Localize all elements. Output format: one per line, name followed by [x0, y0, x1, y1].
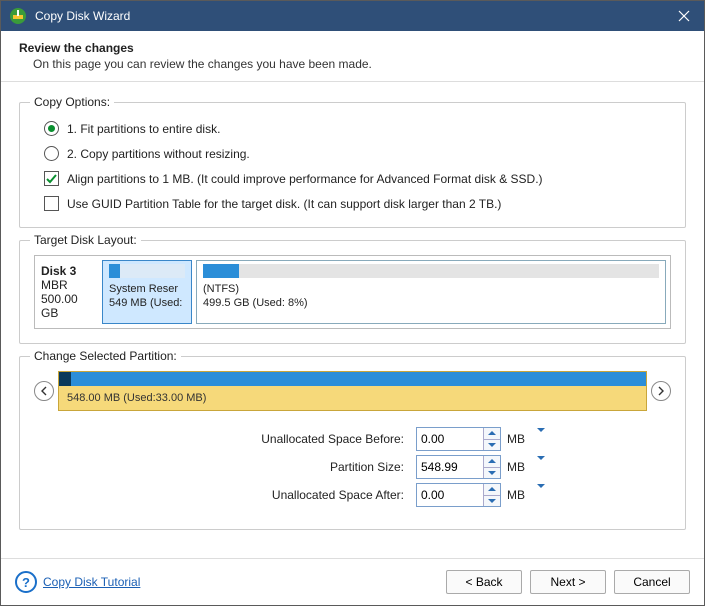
- disk-name: Disk 3: [41, 264, 96, 278]
- chevron-up-icon: [488, 487, 496, 491]
- size-input[interactable]: [417, 428, 483, 450]
- partition-name: (NTFS): [203, 282, 659, 296]
- disk-info: Disk 3 MBR 500.00 GB: [39, 260, 98, 324]
- partition-name: System Reser: [109, 282, 185, 296]
- wizard-header: Review the changes On this page you can …: [1, 31, 704, 82]
- partition-sub: 549 MB (Used:: [109, 296, 185, 310]
- app-icon: [9, 7, 27, 25]
- next-button[interactable]: Next >: [530, 570, 606, 594]
- size-unit: MB: [507, 432, 529, 446]
- slider-left-button[interactable]: [34, 381, 54, 401]
- radio-icon: [44, 146, 59, 161]
- spin-down-button[interactable]: [484, 496, 500, 507]
- spin-down-button[interactable]: [484, 468, 500, 479]
- size-label: Unallocated Space After:: [34, 488, 410, 502]
- option-label: Use GUID Partition Table for the target …: [67, 197, 501, 211]
- option-label: 2. Copy partitions without resizing.: [67, 147, 250, 161]
- slider-right-button[interactable]: [651, 381, 671, 401]
- size-form: Unallocated Space Before:MBPartition Siz…: [34, 427, 671, 507]
- unit-dropdown[interactable]: [535, 488, 547, 502]
- partition-slider: 548.00 MB (Used:33.00 MB): [34, 371, 671, 411]
- partition-box[interactable]: System Reser549 MB (Used:: [102, 260, 192, 324]
- target-disk-legend: Target Disk Layout:: [30, 233, 141, 247]
- back-button[interactable]: < Back: [446, 570, 522, 594]
- copy-options-legend: Copy Options:: [30, 95, 114, 109]
- disk-scheme: MBR: [41, 278, 96, 292]
- tutorial-link[interactable]: Copy Disk Tutorial: [43, 575, 140, 589]
- chevron-down-icon: [488, 499, 496, 503]
- chevron-down-icon: [537, 456, 545, 474]
- target-disk-layout-group: Target Disk Layout: Disk 3 MBR 500.00 GB…: [19, 240, 686, 344]
- unit-dropdown[interactable]: [535, 460, 547, 474]
- chevron-up-icon: [488, 459, 496, 463]
- wizard-footer: ? Copy Disk Tutorial < Back Next > Cance…: [1, 558, 704, 605]
- copy-options-group: Copy Options: 1. Fit partitions to entir…: [19, 102, 686, 228]
- partition-box[interactable]: (NTFS)499.5 GB (Used: 8%): [196, 260, 666, 324]
- close-button[interactable]: [664, 1, 704, 31]
- change-partition-group: Change Selected Partition: 548.00 MB (Us…: [19, 356, 686, 530]
- checkbox-icon: [44, 171, 59, 186]
- size-row: Unallocated Space After: MB: [34, 483, 671, 507]
- titlebar: Copy Disk Wizard: [1, 1, 704, 31]
- chevron-up-icon: [488, 431, 496, 435]
- option-use-guid[interactable]: Use GUID Partition Table for the target …: [44, 196, 671, 211]
- size-row: Partition Size: MB: [34, 455, 671, 479]
- size-label: Partition Size:: [34, 460, 410, 474]
- size-spinner[interactable]: [416, 483, 501, 507]
- change-partition-legend: Change Selected Partition:: [30, 349, 181, 363]
- wizard-window: Copy Disk Wizard Review the changes On t…: [0, 0, 705, 606]
- option-copy-without-resize[interactable]: 2. Copy partitions without resizing.: [44, 146, 671, 161]
- size-unit: MB: [507, 460, 529, 474]
- size-label: Unallocated Space Before:: [34, 432, 410, 446]
- option-align-partitions[interactable]: Align partitions to 1 MB. (It could impr…: [44, 171, 671, 186]
- slider-bar: [59, 372, 646, 386]
- help-area: ? Copy Disk Tutorial: [15, 571, 140, 593]
- partition-list: System Reser549 MB (Used:(NTFS)499.5 GB …: [102, 260, 666, 324]
- help-icon: ?: [15, 571, 37, 593]
- cancel-button[interactable]: Cancel: [614, 570, 690, 594]
- chevron-down-icon: [537, 428, 545, 446]
- wizard-body: Copy Options: 1. Fit partitions to entir…: [1, 82, 704, 558]
- spin-up-button[interactable]: [484, 428, 500, 440]
- option-fit-partitions[interactable]: 1. Fit partitions to entire disk.: [44, 121, 671, 136]
- option-label: 1. Fit partitions to entire disk.: [67, 122, 220, 136]
- unit-dropdown[interactable]: [535, 432, 547, 446]
- size-spinner[interactable]: [416, 455, 501, 479]
- window-title: Copy Disk Wizard: [35, 9, 664, 23]
- chevron-down-icon: [488, 471, 496, 475]
- size-row: Unallocated Space Before: MB: [34, 427, 671, 451]
- size-input[interactable]: [417, 484, 483, 506]
- spin-up-button[interactable]: [484, 484, 500, 496]
- disk-layout: Disk 3 MBR 500.00 GB System Reser549 MB …: [34, 255, 671, 329]
- spin-up-button[interactable]: [484, 456, 500, 468]
- size-spinner[interactable]: [416, 427, 501, 451]
- size-unit: MB: [507, 488, 529, 502]
- partition-sub: 499.5 GB (Used: 8%): [203, 296, 659, 310]
- page-title: Review the changes: [19, 41, 686, 55]
- slider-caption: 548.00 MB (Used:33.00 MB): [59, 386, 646, 410]
- size-input[interactable]: [417, 456, 483, 478]
- option-label: Align partitions to 1 MB. (It could impr…: [67, 172, 543, 186]
- slider-track[interactable]: 548.00 MB (Used:33.00 MB): [58, 371, 647, 411]
- chevron-down-icon: [537, 484, 545, 502]
- disk-size: 500.00 GB: [41, 292, 96, 320]
- partition-usage-bar: [203, 264, 659, 278]
- page-subtitle: On this page you can review the changes …: [33, 57, 686, 71]
- partition-usage-bar: [109, 264, 185, 278]
- checkbox-icon: [44, 196, 59, 211]
- spin-down-button[interactable]: [484, 440, 500, 451]
- chevron-down-icon: [488, 443, 496, 447]
- radio-icon: [44, 121, 59, 136]
